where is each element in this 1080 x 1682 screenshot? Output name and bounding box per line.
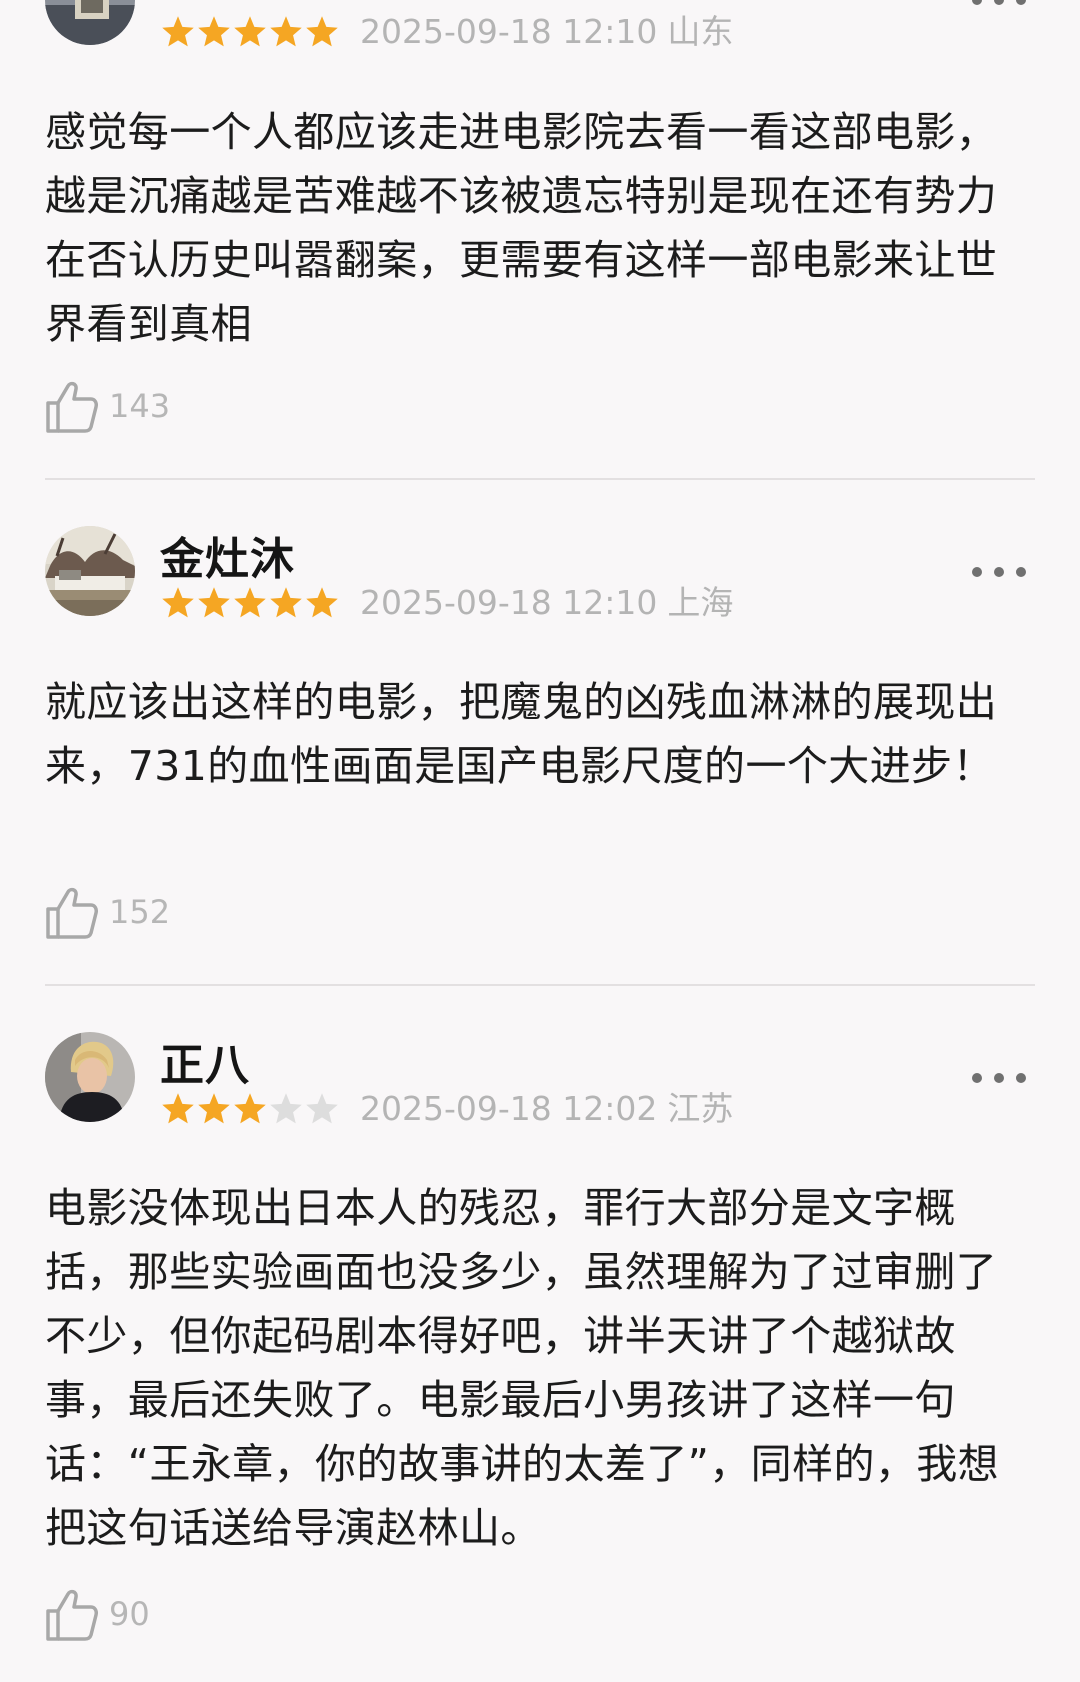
more-dots-icon — [972, 1073, 982, 1083]
like-count: 90 — [109, 1595, 150, 1633]
rating-meta-row: 2025-09-18 12:02 江苏 — [160, 1089, 733, 1129]
more-options-button[interactable] — [972, 1063, 1026, 1093]
star-rating — [160, 1091, 340, 1127]
review-date: 2025-09-18 12:02 — [360, 1089, 658, 1128]
avatar-person-photo — [45, 1032, 135, 1122]
review-text: 电影没体现出日本人的残忍，罪行大部分是文字概括，那些实验画面也没多少，虽然理解为… — [45, 1184, 1000, 1552]
star-filled-icon — [234, 1093, 266, 1124]
thumbs-up-icon — [46, 1589, 98, 1641]
user-avatar[interactable] — [45, 1032, 135, 1122]
review-meta: 2025-09-18 12:02 江苏 — [360, 1089, 733, 1129]
star-empty-icon — [270, 1093, 302, 1124]
username[interactable]: 正八 — [160, 1040, 250, 1092]
star-filled-icon — [162, 1093, 194, 1124]
like-button[interactable]: 90 — [45, 1584, 150, 1644]
review-item: 正八 2025-09-18 12:02 江苏 电影没体现出日本人的残忍，罪行大部分… — [0, 0, 1080, 1682]
review-feed: 2025-09-18 12:10 山东 感觉每一个人都应该走进电影院去看一看这部电… — [0, 0, 1080, 1682]
review-location: 江苏 — [667, 1089, 734, 1128]
star-empty-icon — [306, 1093, 338, 1124]
star-filled-icon — [198, 1093, 230, 1124]
